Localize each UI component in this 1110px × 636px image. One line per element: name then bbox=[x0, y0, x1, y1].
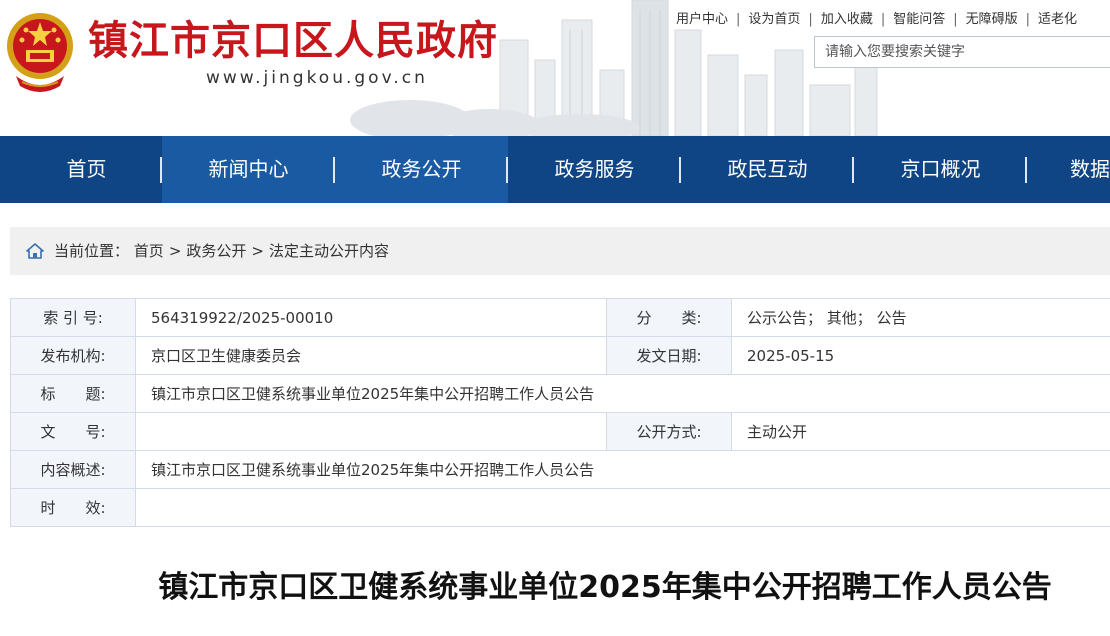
disclosure-mode-value: 主动公开 bbox=[731, 412, 1110, 451]
top-link-add-favorite[interactable]: 加入收藏 bbox=[821, 12, 873, 27]
breadcrumb-home[interactable]: 首页 bbox=[134, 242, 164, 260]
title-value: 镇江市京口区卫健系统事业单位2025年集中公开招聘工作人员公告 bbox=[135, 374, 1110, 413]
breadcrumb-trail: 当前位置： 首页 > 政务公开 > 法定主动公开内容 bbox=[54, 227, 389, 275]
top-link-accessibility[interactable]: 无障碍版 bbox=[966, 12, 1018, 27]
index-number-value: 564319922/2025-00010 bbox=[135, 298, 607, 337]
divider: | bbox=[953, 12, 958, 27]
divider: | bbox=[880, 12, 886, 27]
index-number-label: 索 引 号: bbox=[10, 298, 136, 337]
nav-item-overview[interactable]: 京口概况 bbox=[854, 136, 1027, 203]
site-header: 镇江市京口区人民政府 www.jingkou.gov.cn 用户中心 | 设为首页 |… bbox=[0, 0, 1110, 136]
top-links: 用户中心 | 设为首页 | 加入收藏 | 智能问答 | 无障碍版 | 适老化 bbox=[676, 8, 1077, 27]
publish-date-value: 2025-05-15 bbox=[731, 336, 1110, 375]
validity-label: 时 效: bbox=[10, 488, 136, 527]
search-input[interactable] bbox=[815, 37, 1105, 67]
divider: | bbox=[1025, 12, 1031, 27]
top-link-smart-qa[interactable]: 智能问答 bbox=[893, 12, 945, 27]
nav-item-gov-services[interactable]: 政务服务 bbox=[508, 136, 681, 203]
nav-item-data[interactable]: 数据 bbox=[1027, 136, 1110, 203]
nav-item-gov-affairs[interactable]: 政务公开 bbox=[335, 136, 508, 203]
breadcrumb-separator: > bbox=[251, 242, 264, 260]
nav-item-home[interactable]: 首页 bbox=[0, 136, 173, 203]
document-number-label: 文 号: bbox=[10, 412, 136, 451]
breadcrumb-gov-affairs[interactable]: 政务公开 bbox=[186, 242, 246, 260]
table-row: 时 效: bbox=[10, 488, 1110, 527]
top-link-elderly-mode[interactable]: 适老化 bbox=[1038, 12, 1077, 27]
breadcrumb-label: 当前位置： bbox=[54, 242, 130, 260]
summary-value: 镇江市京口区卫健系统事业单位2025年集中公开招聘工作人员公告 bbox=[135, 450, 1110, 489]
top-link-user-center[interactable]: 用户中心 bbox=[676, 12, 728, 27]
document-number-value bbox=[135, 412, 607, 451]
table-row: 内容概述: 镇江市京口区卫健系统事业单位2025年集中公开招聘工作人员公告 bbox=[10, 450, 1110, 489]
table-row: 文 号: 公开方式: 主动公开 bbox=[10, 412, 1110, 451]
publisher-value: 京口区卫生健康委员会 bbox=[135, 336, 607, 375]
breadcrumb: 当前位置： 首页 > 政务公开 > 法定主动公开内容 bbox=[10, 227, 1110, 275]
divider: | bbox=[736, 12, 741, 27]
home-icon bbox=[26, 243, 44, 259]
disclosure-mode-label: 公开方式: bbox=[606, 412, 732, 451]
main-nav: 首页 新闻中心 政务公开 政务服务 政民互动 京口概况 数据 bbox=[0, 136, 1110, 203]
category-label: 分 类: bbox=[606, 298, 732, 337]
site-url: www.jingkou.gov.cn bbox=[206, 68, 428, 88]
document-info-table: 索 引 号: 564319922/2025-00010 分 类: 公示公告； 其… bbox=[10, 298, 1110, 527]
divider: | bbox=[808, 12, 813, 27]
validity-value bbox=[135, 488, 1110, 527]
breadcrumb-current[interactable]: 法定主动公开内容 bbox=[269, 242, 389, 260]
article-title: 镇江市京口区卫健系统事业单位2025年集中公开招聘工作人员公告 bbox=[158, 570, 1052, 605]
title-label: 标 题: bbox=[10, 374, 136, 413]
search-box bbox=[814, 36, 1110, 68]
top-link-set-homepage[interactable]: 设为首页 bbox=[748, 12, 800, 27]
site-title: 镇江市京口区人民政府 bbox=[88, 17, 498, 64]
table-row: 索 引 号: 564319922/2025-00010 分 类: 公示公告； 其… bbox=[10, 298, 1110, 337]
national-emblem-icon bbox=[7, 13, 73, 92]
category-value: 公示公告； 其他； 公告 bbox=[731, 298, 1110, 337]
nav-item-interaction[interactable]: 政民互动 bbox=[681, 136, 854, 203]
nav-item-news[interactable]: 新闻中心 bbox=[162, 136, 335, 203]
publisher-label: 发布机构: bbox=[10, 336, 136, 375]
table-row: 发布机构: 京口区卫生健康委员会 发文日期: 2025-05-15 bbox=[10, 336, 1110, 375]
publish-date-label: 发文日期: bbox=[606, 336, 732, 375]
table-row: 标 题: 镇江市京口区卫健系统事业单位2025年集中公开招聘工作人员公告 bbox=[10, 374, 1110, 413]
summary-label: 内容概述: bbox=[10, 450, 136, 489]
breadcrumb-separator: > bbox=[168, 242, 182, 260]
